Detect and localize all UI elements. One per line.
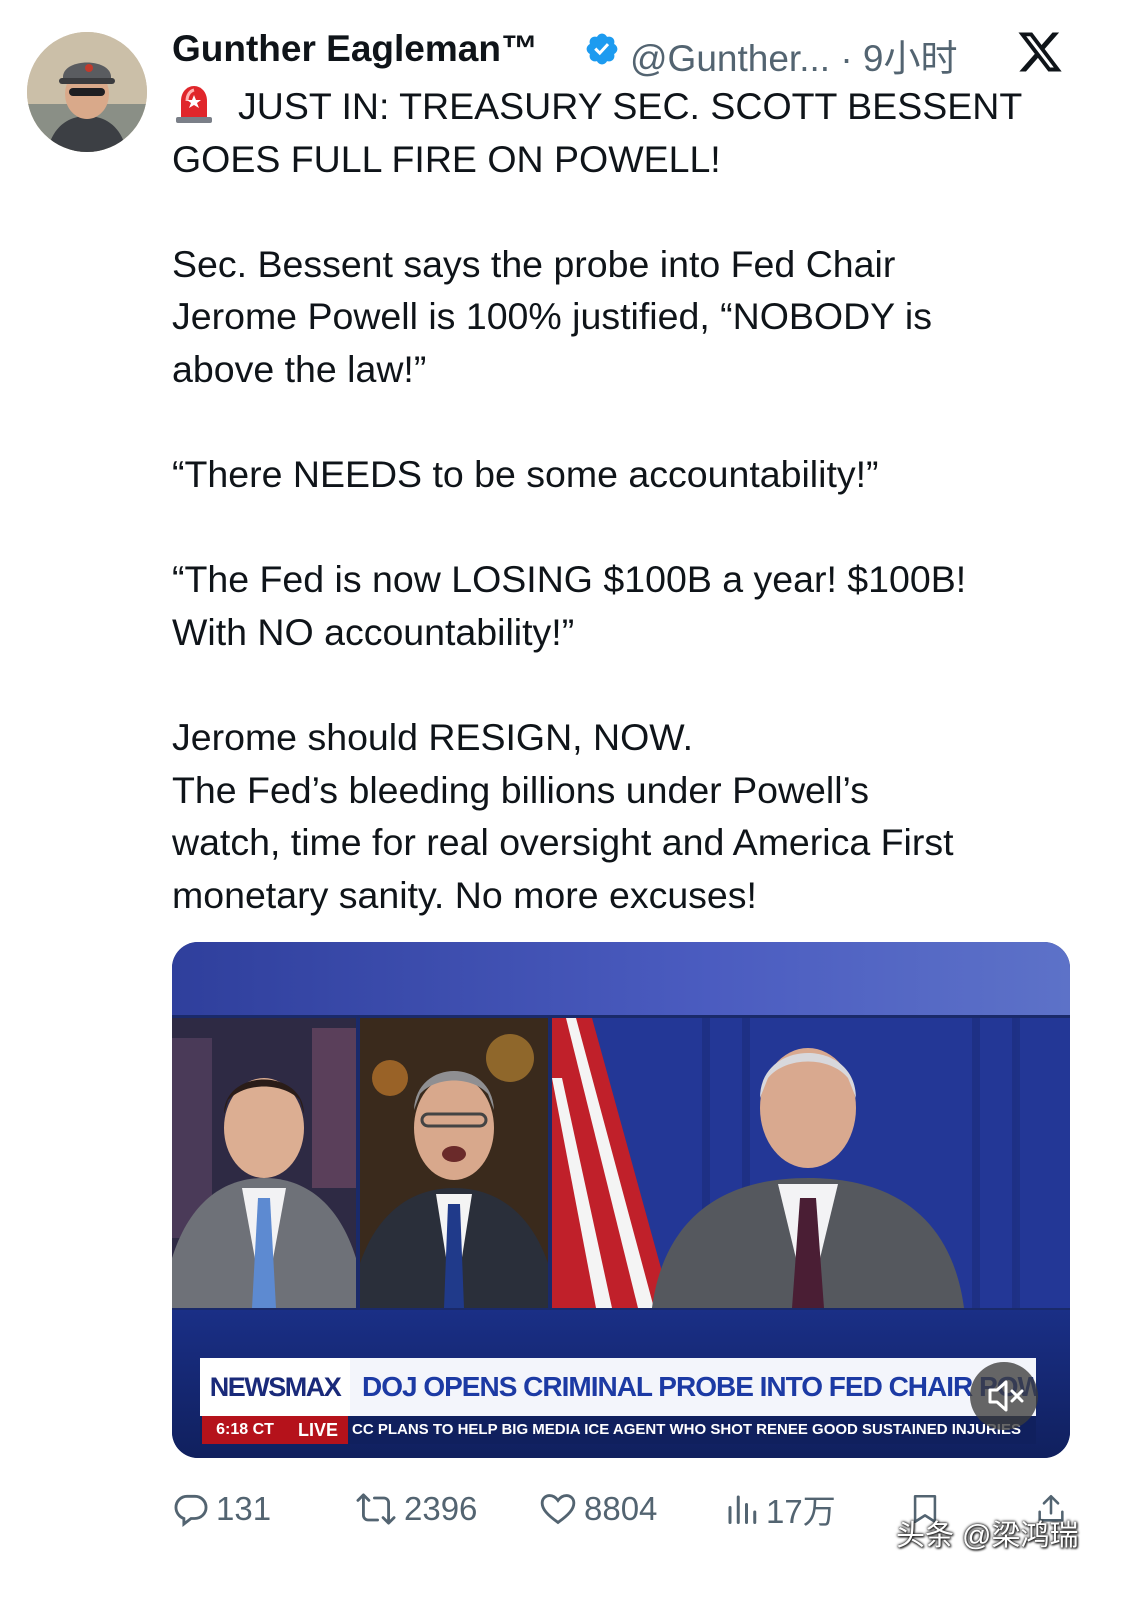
reply-button[interactable]: 131 [172, 1484, 271, 1534]
tweet-header: Gunther Eagleman™ @Gunther... · 9小时 [172, 28, 1072, 79]
live-badge: LIVE [288, 1416, 348, 1444]
mute-icon [988, 1380, 1024, 1412]
like-count: 8804 [584, 1490, 658, 1527]
verified-badge-icon [586, 33, 618, 65]
video-panel-host [172, 1018, 356, 1308]
mute-button[interactable] [970, 1362, 1038, 1430]
tweet-line-1: JUST IN: TREASURY SEC. SCOTT BESSENT [238, 85, 1023, 127]
source-watermark: 头条 @梁鸿瑞 [896, 1520, 1079, 1552]
tweet-headline: JUST IN: TREASURY SEC. SCOTT BESSENT [172, 80, 1072, 133]
tweet-paragraph-4: “The Fed is now LOSING $100B a year! $10… [172, 558, 967, 653]
tweet-line-2: GOES FULL FIRE ON POWELL! [172, 137, 721, 180]
author-avatar[interactable] [27, 32, 147, 152]
reply-count: 131 [216, 1490, 272, 1527]
author-name[interactable]: Gunther Eagleman™ [172, 28, 538, 70]
ticker-crawl: CC PLANS TO HELP BIG MEDIA ICE AGENT WHO… [352, 1421, 1021, 1438]
avatar-photo [27, 32, 147, 152]
reply-icon [174, 1494, 208, 1527]
retweet-count: 2396 [404, 1490, 478, 1527]
tweet-video[interactable]: NEWSMAX DOJ OPENS CRIMINAL PROBE INTO FE… [172, 942, 1070, 1458]
chyron-headline: DOJ OPENS CRIMINAL PROBE INTO FED CHAIR … [350, 1358, 1036, 1416]
heart-icon [540, 1494, 576, 1525]
video-panel-guest [360, 1018, 548, 1308]
tweet-paragraph-3: “There NEEDS to be some accountability!” [172, 453, 879, 496]
video-top-graphic [172, 942, 1070, 1015]
tweet-paragraph-5: Jerome should RESIGN, NOW. The Fed’s ble… [172, 716, 954, 916]
retweet-icon [356, 1493, 396, 1525]
like-button[interactable]: 8804 [538, 1484, 657, 1534]
ticker-clock: 6:18 CT [202, 1416, 288, 1444]
x-logo-icon[interactable] [1016, 28, 1064, 76]
tweet-text: JUST IN: TREASURY SEC. SCOTT BESSENT GOE… [172, 80, 1072, 922]
siren-emoji-icon [176, 86, 212, 123]
newsmax-logo: NEWSMAX [209, 1372, 342, 1402]
views-icon [728, 1495, 757, 1524]
author-handle-time[interactable]: @Gunther... · 9小时 [630, 28, 958, 82]
views-count: 17万 [766, 1493, 836, 1530]
views-button[interactable]: 17万 [724, 1484, 836, 1534]
tweet-paragraph-2: Sec. Bessent says the probe into Fed Cha… [172, 242, 932, 390]
video-panel-powell [552, 1018, 1070, 1308]
retweet-button[interactable]: 2396 [354, 1484, 477, 1534]
